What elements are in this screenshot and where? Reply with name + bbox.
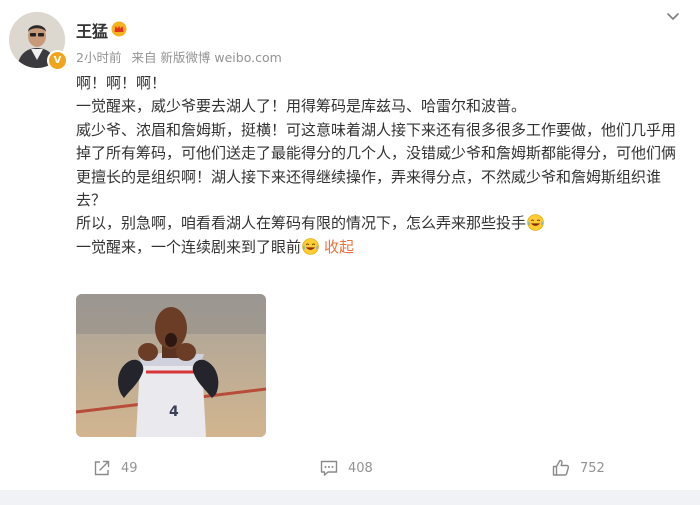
post-content: 啊！啊！啊！ 一觉醒来，威少爷要去湖人了！用得筹码是库兹马、哈雷尔和波普。 威少…	[76, 72, 676, 259]
post-paragraph: 一觉醒来，威少爷要去湖人了！用得筹码是库兹马、哈雷尔和波普。	[76, 97, 527, 116]
post-time[interactable]: 2小时前	[76, 50, 121, 65]
post-meta: 2小时前 来自 新版微博 weibo.com	[76, 47, 288, 66]
share-icon	[94, 460, 110, 476]
verified-badge-icon: V	[47, 50, 68, 71]
post-image[interactable]: 4	[76, 294, 266, 437]
post-paragraph: 啊！啊！啊！	[76, 74, 167, 92]
svg-text:4: 4	[169, 404, 179, 420]
member-crown-icon	[111, 21, 127, 37]
post-paragraph-text: 所以，别急啊，咱看看湖人在筹码有限的情况下，怎么弄来那些投手	[76, 214, 527, 233]
chevron-down-icon[interactable]	[665, 8, 681, 24]
comment-count: 408	[348, 460, 373, 476]
comment-button[interactable]: 408	[319, 453, 373, 483]
laugh-emoji-icon	[302, 238, 319, 255]
post-paragraph: 威少爷、浓眉和詹姆斯，挺横！可这意味着湖人接下来还有很多很多工作要做，他们几乎用…	[76, 120, 677, 210]
comment-icon	[320, 460, 338, 476]
post-paragraph: 所以，别急啊，咱看看湖人在筹码有限的情况下，怎么弄来那些投手	[76, 212, 676, 235]
share-button[interactable]: 49	[92, 453, 138, 483]
collapse-link[interactable]: 收起	[324, 238, 354, 256]
laugh-emoji-icon	[527, 214, 544, 232]
post-source: 来自 新版微博 weibo.com	[131, 50, 282, 65]
share-count: 49	[121, 460, 138, 476]
weibo-post-card: V 王猛 2小时前 来自 新版微博 weibo.com 啊！啊！啊！ 一觉醒来，…	[0, 0, 700, 490]
thumbs-up-icon	[552, 459, 570, 476]
like-button[interactable]: 752	[551, 453, 605, 483]
post-paragraph: 一觉醒来，一个连续剧来到了眼前 收起	[76, 236, 676, 259]
like-count: 752	[580, 460, 605, 476]
feed-divider	[0, 490, 700, 505]
post-actions: 49 408 752	[0, 453, 700, 483]
post-paragraph-text: 一觉醒来，一个连续剧来到了眼前	[76, 237, 302, 256]
author-name[interactable]: 王猛	[76, 18, 108, 42]
